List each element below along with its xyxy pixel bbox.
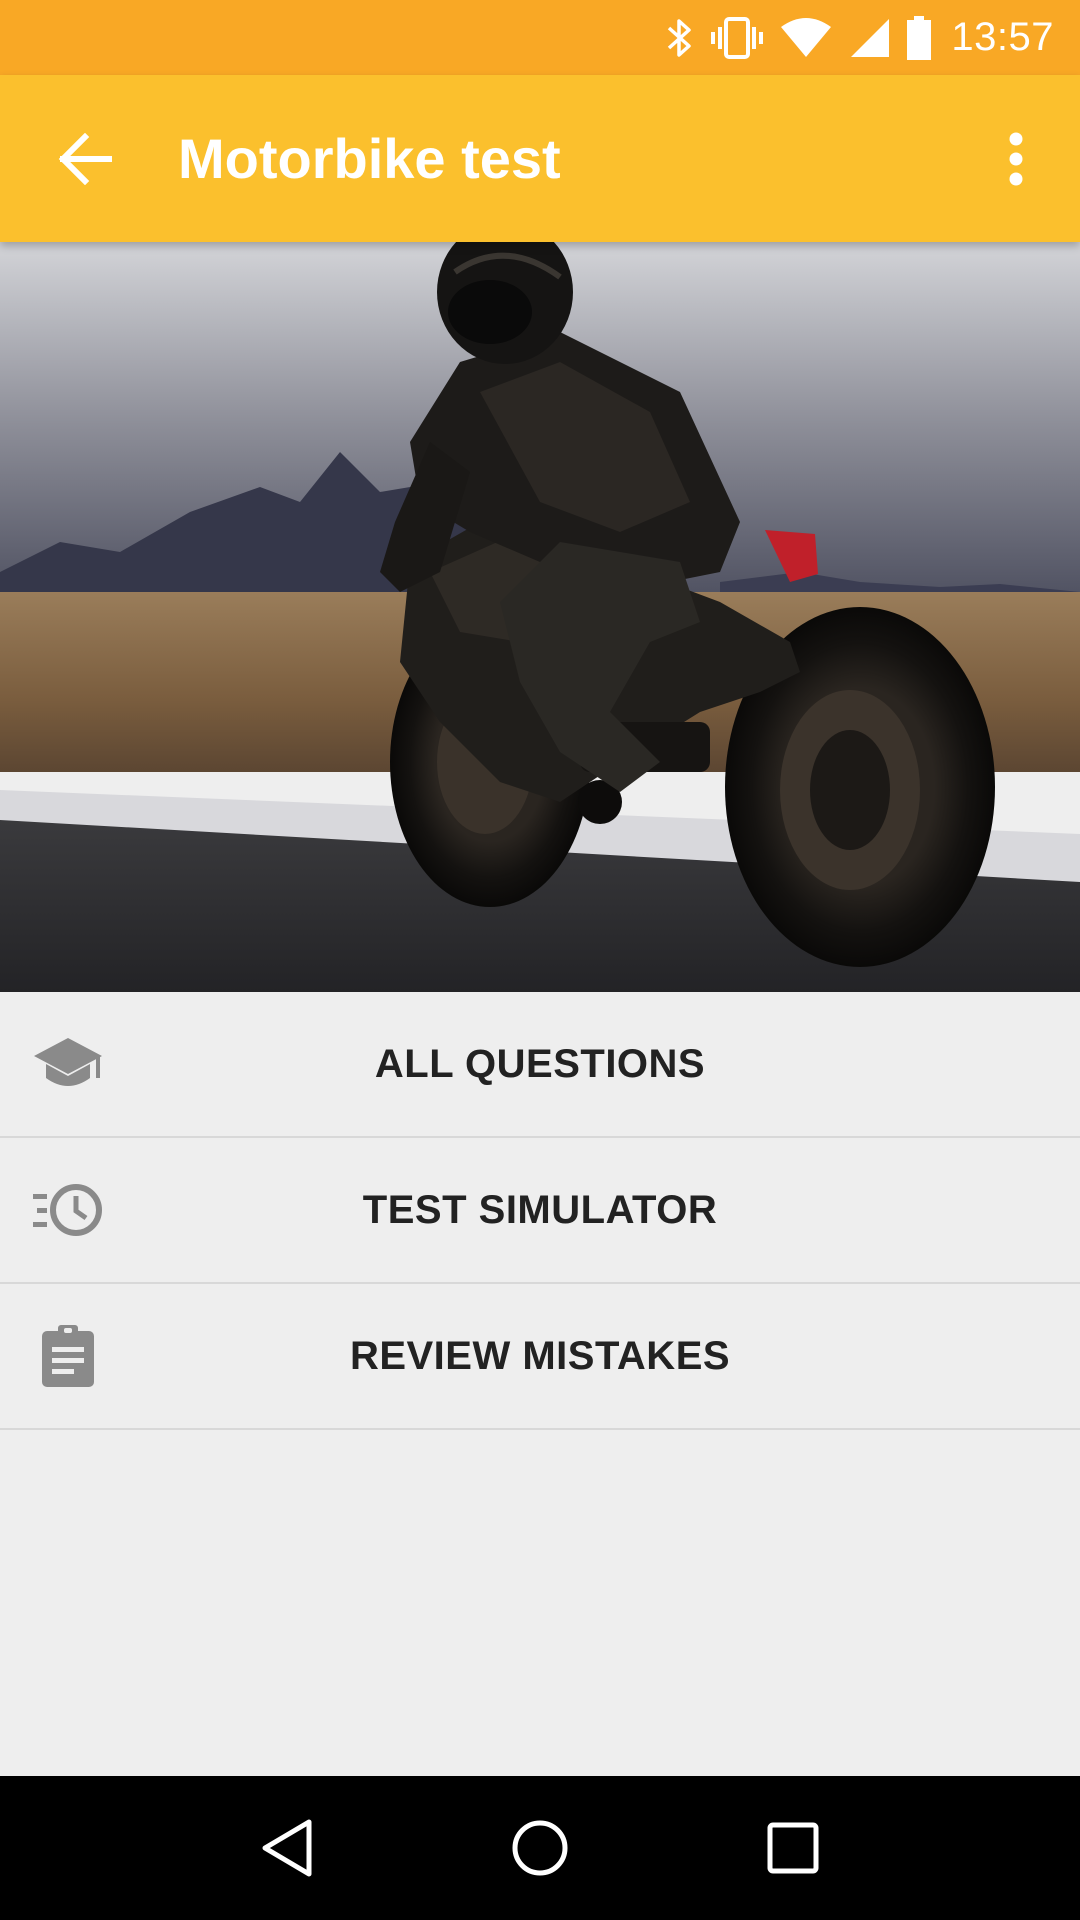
graduation-cap-icon (30, 1026, 106, 1102)
menu-label: REVIEW MISTAKES (349, 1333, 731, 1378)
nav-home-button[interactable] (485, 1793, 595, 1903)
menu-list: ALL QUESTIONS TEST SIMULATOR REVIEW MIST… (0, 992, 1080, 1430)
hero-image (0, 242, 1080, 992)
arrow-back-icon (58, 132, 112, 185)
wifi-icon (779, 17, 833, 59)
more-vert-icon (1009, 132, 1023, 185)
timer-history-icon (30, 1172, 106, 1248)
status-bar: 13:57 (0, 0, 1080, 75)
back-button[interactable] (40, 114, 130, 204)
menu-item-all-questions[interactable]: ALL QUESTIONS (0, 992, 1080, 1138)
back-triangle-icon (262, 1819, 312, 1877)
motorcyclist-illustration (0, 242, 1080, 992)
vibrate-icon (709, 16, 765, 60)
page-title: Motorbike test (178, 127, 561, 190)
app-bar: Motorbike test (0, 75, 1080, 242)
status-time: 13:57 (951, 15, 1054, 59)
nav-recents-button[interactable] (738, 1793, 848, 1903)
recents-square-icon (767, 1822, 819, 1874)
menu-label: ALL QUESTIONS (374, 1041, 706, 1086)
navigation-bar (0, 1776, 1080, 1920)
clipboard-icon (30, 1318, 106, 1394)
overflow-menu-button[interactable] (976, 109, 1056, 209)
menu-item-review-mistakes[interactable]: REVIEW MISTAKES (0, 1284, 1080, 1430)
nav-back-button[interactable] (232, 1793, 342, 1903)
home-circle-icon (512, 1820, 568, 1876)
battery-icon (905, 15, 933, 61)
menu-item-test-simulator[interactable]: TEST SIMULATOR (0, 1138, 1080, 1284)
signal-icon (847, 17, 891, 59)
bluetooth-icon (665, 17, 695, 59)
menu-label: TEST SIMULATOR (362, 1187, 718, 1232)
